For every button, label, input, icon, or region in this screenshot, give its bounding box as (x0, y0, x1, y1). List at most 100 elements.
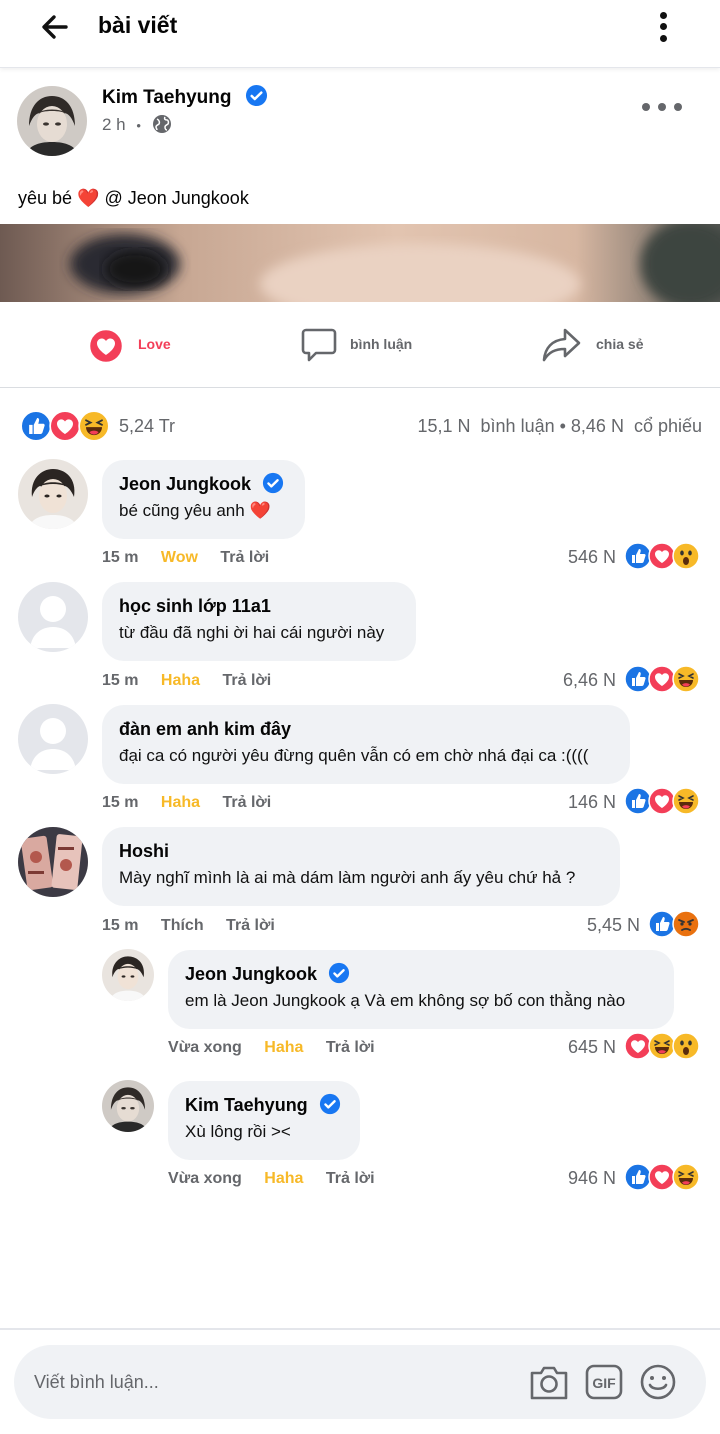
comment-text: bé cũng yêu anh ❤️ (119, 501, 271, 520)
comment-reaction-count[interactable]: 546 N (546, 547, 616, 568)
reply-author[interactable]: Kim Taehyung (185, 1095, 344, 1116)
love-reaction-icon (88, 328, 124, 364)
back-arrow-icon[interactable] (38, 10, 78, 44)
comment-bubble[interactable]: đàn em anh kim đây đại ca có người yêu đ… (102, 705, 630, 784)
comment-label: bình luận (350, 336, 413, 352)
post-meta: 2 h • (102, 114, 172, 135)
post-action-bar: Love bình luận chia sẻ (0, 302, 720, 388)
post-caption: yêu bé ❤️ @ Jeon Jungkook (18, 188, 249, 208)
comment-bubble[interactable]: học sinh lớp 11a1 từ đầu đã nghi ời hai … (102, 582, 416, 661)
comment-reaction-icons[interactable] (624, 665, 702, 693)
comment-author[interactable]: Jeon Jungkook (119, 474, 289, 495)
comment-reaction-count[interactable]: 146 N (546, 792, 616, 813)
verified-badge-icon (245, 84, 268, 107)
wow-icon (672, 1032, 700, 1060)
reply-button[interactable]: Trả lời (326, 1170, 375, 1187)
share-label: chia sẻ (596, 336, 644, 352)
comment-author-name[interactable]: Hoshi (119, 841, 604, 862)
reply-button[interactable]: Trả lời (326, 1039, 375, 1056)
comment-reaction-icons[interactable] (624, 542, 702, 570)
comment-share-counts[interactable]: 15,1 N bình luận • 8,46 N cổ phiếu (418, 416, 703, 437)
love-icon (49, 410, 81, 442)
comment-reaction-button[interactable]: Wow (161, 549, 198, 566)
comment-author-name[interactable]: đàn em anh kim đây (119, 719, 614, 740)
reply-author[interactable]: Jeon Jungkook (185, 964, 658, 985)
reply-avatar[interactable] (102, 949, 154, 1001)
author-avatar[interactable] (17, 86, 87, 156)
reply-text: Xù lông rồi >< (185, 1122, 291, 1141)
reply-time: Vừa xong (168, 1170, 242, 1187)
comment-reaction-count[interactable]: 6,46 N (546, 670, 616, 691)
reply-reaction-count[interactable]: 645 N (546, 1037, 616, 1058)
comment-input[interactable] (34, 1365, 514, 1399)
comment-reaction-icons[interactable] (624, 787, 702, 815)
svg-text:GIF: GIF (592, 1375, 616, 1391)
reply-meta: Vừa xong Haha Trả lời (168, 1170, 393, 1188)
comment-author-name[interactable]: học sinh lớp 11a1 (119, 596, 400, 617)
comment-reaction-button[interactable]: Haha (161, 794, 200, 811)
author-name-row[interactable]: Kim Taehyung (102, 87, 268, 109)
emoji-icon[interactable] (638, 1362, 680, 1402)
reply-reaction-button[interactable]: Haha (264, 1170, 303, 1187)
verified-badge-icon (319, 1093, 341, 1115)
reply-bubble[interactable]: Kim Taehyung Xù lông rồi >< (168, 1081, 360, 1160)
commenter-avatar[interactable] (18, 704, 88, 774)
author-name[interactable]: Kim Taehyung (102, 87, 232, 108)
share-arrow-icon (542, 328, 581, 362)
reply-reaction-icons[interactable] (624, 1032, 702, 1060)
post-options-icon[interactable] (642, 98, 686, 116)
comment-reaction-icons[interactable] (648, 910, 702, 938)
reply-author-name[interactable]: Kim Taehyung (185, 1095, 308, 1115)
reaction-count[interactable]: 5,24 Tr (119, 416, 175, 437)
comment-meta: 15 m Haha Trả lời (102, 794, 289, 812)
reply-button[interactable]: Trả lời (223, 672, 272, 689)
comment-button[interactable]: bình luận (300, 324, 420, 366)
comment-time: 15 m (102, 917, 139, 934)
page-title: bài viết (98, 12, 178, 38)
globe-icon (152, 115, 171, 133)
comment-text: từ đầu đã nghi ời hai cái người này (119, 623, 385, 642)
reply-meta: Vừa xong Haha Trả lời (168, 1039, 393, 1057)
gif-icon[interactable]: GIF (584, 1362, 626, 1402)
love-button[interactable]: Love (88, 324, 188, 366)
commenter-avatar[interactable] (18, 582, 88, 652)
comment-bubble-icon (301, 328, 337, 362)
comment-bubble[interactable]: Jeon Jungkook bé cũng yêu anh ❤️ (102, 460, 305, 539)
haha-icon (78, 410, 110, 442)
post-reaction-summary[interactable] (20, 410, 112, 444)
reply-reaction-button[interactable]: Haha (264, 1039, 303, 1056)
commenter-avatar[interactable] (18, 827, 88, 897)
angry-icon (672, 910, 700, 938)
camera-icon[interactable] (528, 1362, 570, 1402)
haha-icon (672, 1163, 700, 1191)
comment-text: đại ca có người yêu đừng quên vẫn có em … (119, 746, 589, 765)
comment-bubble[interactable]: Hoshi Mày nghĩ mình là ai mà dám làm ngư… (102, 827, 620, 906)
reply-reaction-count[interactable]: 946 N (546, 1168, 616, 1189)
comment-time: 15 m (102, 794, 139, 811)
reply-button[interactable]: Trả lời (220, 549, 269, 566)
reply-button[interactable]: Trả lời (223, 794, 272, 811)
comment-meta: 15 m Wow Trả lời (102, 549, 287, 567)
reply-reaction-icons[interactable] (624, 1163, 702, 1191)
verified-badge-icon (328, 962, 350, 984)
love-label: Love (138, 336, 171, 352)
post-image[interactable] (0, 224, 720, 302)
reply-text: em là Jeon Jungkook ạ Và em không sợ bố … (185, 991, 626, 1010)
reply-avatar[interactable] (102, 1080, 154, 1132)
reply-author-name[interactable]: Jeon Jungkook (185, 964, 317, 984)
wow-icon (672, 542, 700, 570)
comment-author-name[interactable]: Jeon Jungkook (119, 474, 251, 494)
like-icon (20, 410, 52, 442)
reply-button[interactable]: Trả lời (226, 917, 275, 934)
reply-bubble[interactable]: Jeon Jungkook em là Jeon Jungkook ạ Và e… (168, 950, 674, 1029)
haha-icon (672, 787, 700, 815)
comment-meta: 15 m Thích Trả lời (102, 917, 293, 935)
meta-separator: • (136, 118, 141, 133)
comment-reaction-button[interactable]: Haha (161, 672, 200, 689)
share-button[interactable]: chia sẻ (541, 324, 651, 366)
commenter-avatar[interactable] (18, 459, 88, 529)
like-comment-button[interactable]: Thích (161, 917, 204, 934)
more-vertical-icon[interactable] (650, 8, 678, 46)
post-time[interactable]: 2 h (102, 115, 126, 134)
comment-reaction-count[interactable]: 5,45 N (570, 915, 640, 936)
